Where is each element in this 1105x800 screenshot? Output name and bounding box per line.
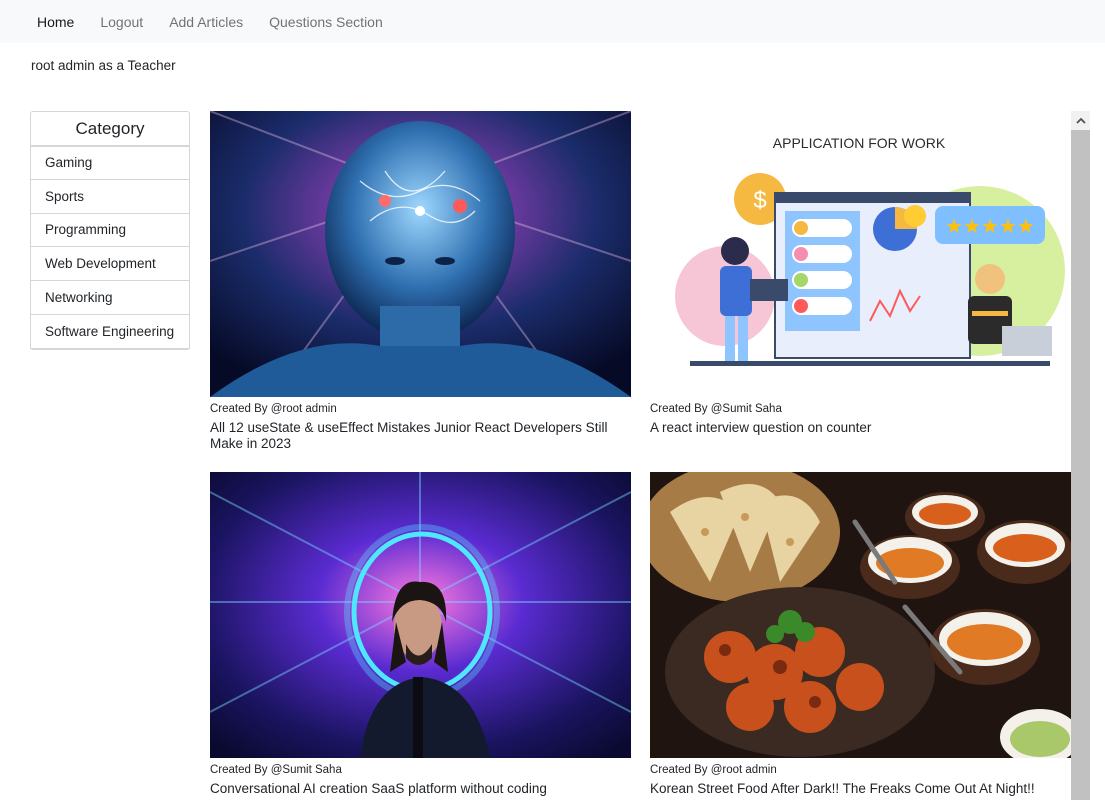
- svg-text:★★★★★: ★★★★★: [945, 216, 1035, 238]
- article-card[interactable]: Created By @root admin All 12 useState &…: [210, 111, 631, 452]
- top-navbar: Home Logout Add Articles Questions Secti…: [0, 0, 1105, 43]
- category-item-sports[interactable]: Sports: [30, 179, 190, 214]
- article-title[interactable]: Korean Street Food After Dark!! The Frea…: [650, 781, 1071, 797]
- vertical-scrollbar[interactable]: [1071, 111, 1090, 800]
- category-item-software-engineering[interactable]: Software Engineering: [30, 314, 190, 349]
- user-role-text: root admin as a Teacher: [31, 58, 176, 73]
- article-author: Created By @root admin: [650, 764, 777, 776]
- svg-text:$: $: [753, 187, 766, 214]
- article-card[interactable]: APPLICATION FOR WORK $ ★★★★★ Created By …: [650, 111, 1071, 436]
- nav-home-link[interactable]: Home: [37, 14, 74, 30]
- category-panel: Category Gaming Sports Programming Web D…: [30, 111, 190, 350]
- category-title: Category: [31, 112, 189, 146]
- chevron-up-icon[interactable]: [1071, 111, 1090, 130]
- article-title[interactable]: Conversational AI creation SaaS platform…: [210, 781, 631, 797]
- article-author: Created By @Sumit Saha: [210, 764, 342, 776]
- article-title[interactable]: A react interview question on counter: [650, 420, 1071, 436]
- image-caption-text: APPLICATION FOR WORK: [773, 135, 946, 151]
- article-title[interactable]: All 12 useState & useEffect Mistakes Jun…: [210, 420, 631, 452]
- category-item-programming[interactable]: Programming: [30, 213, 190, 248]
- article-card[interactable]: Created By @root admin Korean Street Foo…: [650, 472, 1071, 797]
- nav-logout-link[interactable]: Logout: [100, 14, 143, 30]
- article-image-neon[interactable]: [210, 472, 631, 758]
- article-image-application[interactable]: APPLICATION FOR WORK $ ★★★★★: [650, 111, 1071, 397]
- nav-add-articles-link[interactable]: Add Articles: [169, 14, 243, 30]
- category-item-gaming[interactable]: Gaming: [30, 146, 190, 180]
- nav-questions-section-link[interactable]: Questions Section: [269, 14, 383, 30]
- article-image-food[interactable]: [650, 472, 1071, 758]
- articles-grid: Created By @root admin All 12 useState &…: [210, 111, 1071, 800]
- category-item-networking[interactable]: Networking: [30, 281, 190, 315]
- article-author: Created By @Sumit Saha: [650, 403, 782, 415]
- article-card[interactable]: Created By @Sumit Saha Conversational AI…: [210, 472, 631, 797]
- scrollbar-thumb[interactable]: [1071, 130, 1090, 800]
- article-image-brain[interactable]: [210, 111, 631, 397]
- article-author: Created By @root admin: [210, 403, 337, 415]
- category-list: Gaming Sports Programming Web Developmen…: [30, 146, 190, 349]
- category-item-web-development[interactable]: Web Development: [30, 247, 190, 282]
